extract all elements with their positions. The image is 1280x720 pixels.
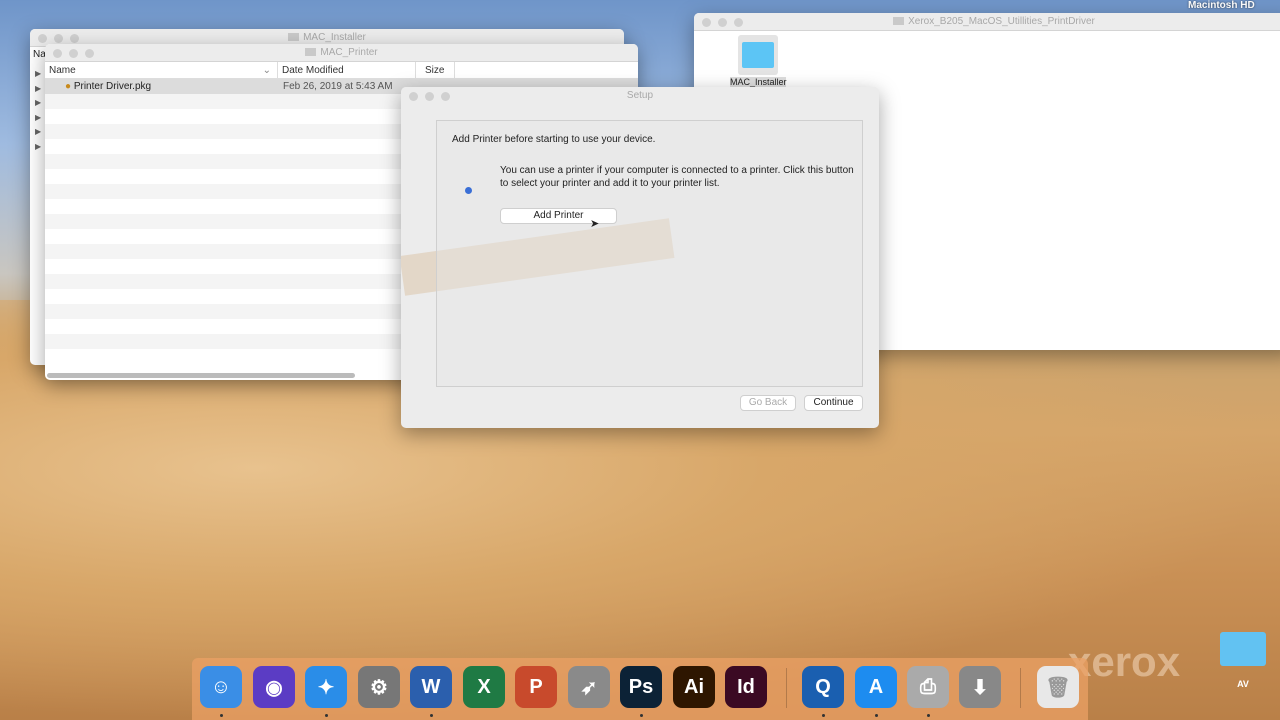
folder-label: AV (1237, 679, 1249, 689)
dock-word-icon[interactable]: W (410, 666, 452, 708)
disk-label[interactable]: Macintosh HD (1188, 0, 1255, 12)
title-bar[interactable]: Xerox_B205_MacOS_Utillities_PrintDriver (694, 13, 1280, 31)
column-date-modified[interactable]: Date Modified (278, 62, 416, 78)
title-bar[interactable]: Setup (401, 87, 879, 105)
dock-illustrator-icon[interactable]: Ai (673, 666, 715, 708)
running-indicator (220, 714, 223, 717)
horizontal-scrollbar[interactable] (47, 373, 355, 378)
dock-excel-icon[interactable]: X (463, 666, 505, 708)
folder-icon (305, 48, 317, 56)
dock-photoshop-icon[interactable]: Ps (620, 666, 662, 708)
info-icon (465, 187, 472, 194)
package-icon: ● (65, 81, 72, 92)
content-box: Add Printer before starting to use your … (436, 120, 863, 387)
dock-quicktime-icon[interactable]: Q (802, 666, 844, 708)
running-indicator (822, 714, 825, 717)
continue-button[interactable]: Continue (804, 395, 863, 411)
dock-launchpad-icon[interactable]: ➶ (568, 666, 610, 708)
add-printer-button[interactable]: Add Printer (500, 208, 617, 224)
window-title: MAC_Printer (320, 47, 378, 58)
dock-printer-icon[interactable]: ⎙ (907, 666, 949, 708)
running-indicator (325, 714, 328, 717)
dock-separator (1020, 668, 1021, 708)
mouse-cursor: ➤ (590, 218, 600, 230)
dock-siri-icon[interactable]: ◉ (253, 666, 295, 708)
window-title: MAC_Installer (303, 32, 366, 43)
folder-icon (738, 35, 778, 75)
folder-icon (288, 33, 300, 41)
setup-heading: Add Printer before starting to use your … (452, 134, 656, 145)
disk-icon (893, 17, 905, 25)
disclosure-triangles[interactable]: ▶ ▶ ▶ ▶ ▶ ▶ (35, 67, 41, 154)
running-indicator (927, 714, 930, 717)
folder-icon (1220, 632, 1266, 666)
running-indicator (430, 714, 433, 717)
column-name[interactable]: Name ⌄ (45, 62, 278, 78)
dock-powerpoint-icon[interactable]: P (515, 666, 557, 708)
file-date: Feb 26, 2019 at 5:43 AM (283, 81, 393, 92)
setup-description: You can use a printer if your computer i… (500, 165, 854, 189)
running-indicator (640, 714, 643, 717)
desktop-folder-av[interactable]: AV (1220, 632, 1266, 689)
title-bar[interactable]: MAC_Printer (45, 44, 638, 62)
window-title: Xerox_B205_MacOS_Utillities_PrintDriver (908, 16, 1095, 27)
dock-finder-icon[interactable]: ☺ (200, 666, 242, 708)
running-indicator (875, 714, 878, 717)
dock-system-preferences-icon[interactable]: ⚙ (358, 666, 400, 708)
dock-separator (786, 668, 787, 708)
dock: ☺ ◉ ✦ ⚙ W X P ➶ Ps Ai Id Q A ⎙ ⬇ 🗑 (192, 658, 1088, 720)
dock-safari-icon[interactable]: ✦ (305, 666, 347, 708)
column-header-name[interactable]: Na (33, 49, 46, 60)
dock-downloads-icon[interactable]: ⬇ (959, 666, 1001, 708)
dock-indesign-icon[interactable]: Id (725, 666, 767, 708)
folder-mac-installer[interactable]: MAC_Installer (730, 35, 787, 87)
file-name: Printer Driver.pkg (73, 81, 152, 92)
column-size[interactable]: Size (416, 62, 455, 78)
folder-label: MAC_Installer (730, 77, 787, 87)
setup-dialog: Setup Add Printer before starting to use… (401, 87, 879, 428)
column-headers: Name ⌄ Date Modified Size (45, 62, 638, 79)
dock-app-store-icon[interactable]: A (855, 666, 897, 708)
go-back-button[interactable]: Go Back (740, 395, 796, 411)
dock-trash-icon[interactable]: 🗑 (1037, 666, 1079, 708)
dialog-title: Setup (626, 90, 654, 101)
